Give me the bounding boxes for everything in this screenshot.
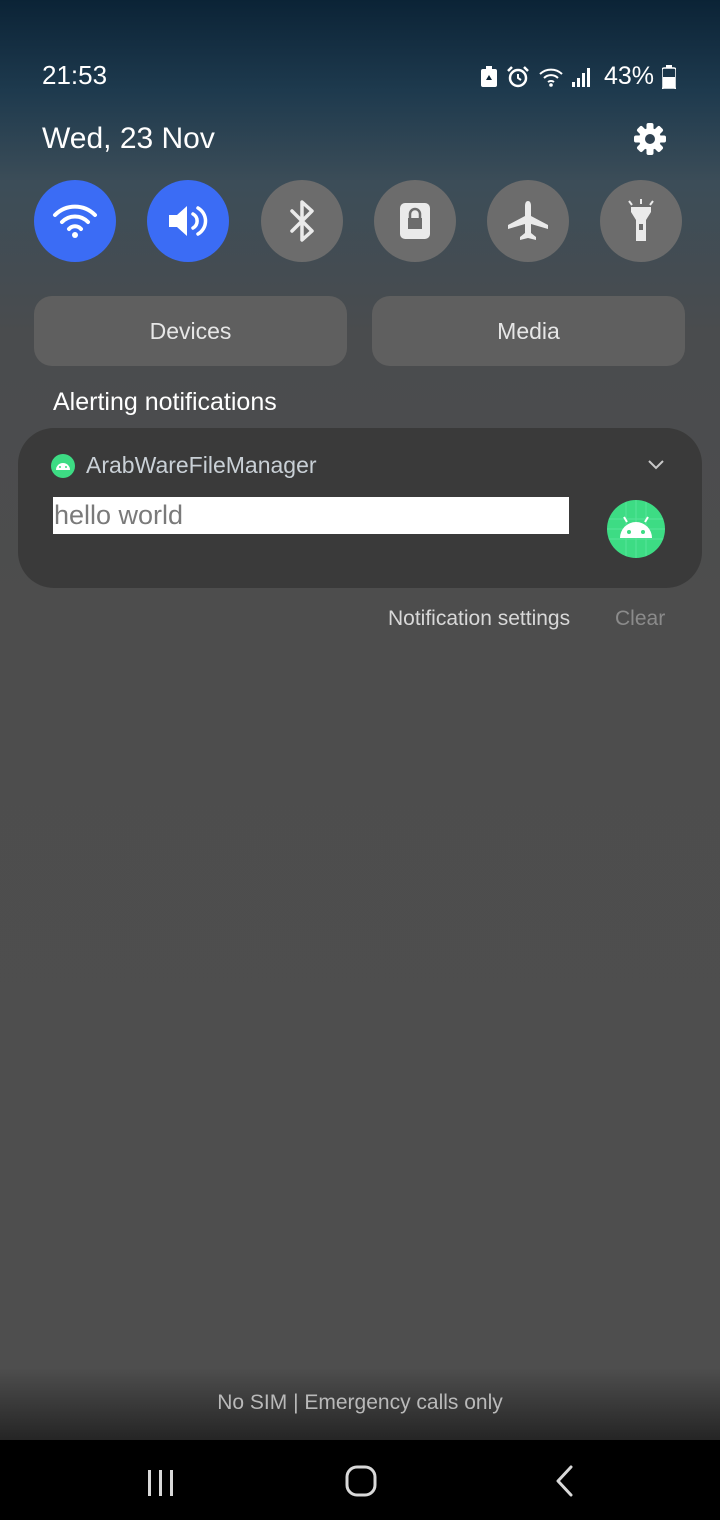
navigation-bar	[0, 1440, 720, 1520]
status-icons: 43%	[480, 62, 676, 91]
sound-toggle[interactable]	[147, 180, 229, 262]
notification-app-name: ArabWareFileManager	[86, 452, 317, 478]
gear-icon	[634, 123, 666, 155]
flashlight-toggle[interactable]	[600, 180, 682, 262]
battery-icon	[662, 64, 676, 89]
notification-message: hello world	[53, 497, 569, 534]
chevron-down-icon	[648, 460, 664, 470]
battery-saver-icon	[480, 65, 497, 87]
signal-icon	[571, 67, 590, 87]
back-button[interactable]	[540, 1460, 590, 1504]
media-button[interactable]: Media	[372, 296, 685, 366]
flashlight-icon	[628, 199, 654, 241]
bluetooth-icon	[290, 200, 314, 242]
wifi-icon	[53, 204, 97, 238]
notification-settings-button[interactable]: Notification settings	[388, 607, 570, 631]
lock-icon	[400, 203, 430, 239]
battery-percent: 43%	[603, 62, 654, 90]
recent-apps-icon	[148, 1470, 173, 1496]
alarm-icon	[507, 65, 529, 87]
portrait-lock-toggle[interactable]	[374, 180, 456, 262]
recent-apps-button[interactable]	[136, 1462, 186, 1502]
airplane-icon	[508, 201, 548, 240]
wifi-icon	[539, 68, 563, 87]
bluetooth-toggle[interactable]	[261, 180, 343, 262]
airplane-mode-toggle[interactable]	[487, 180, 569, 262]
android-icon	[607, 500, 665, 558]
notifications-section-title: Alerting notifications	[53, 388, 277, 416]
devices-button[interactable]: Devices	[34, 296, 347, 366]
wifi-toggle[interactable]	[34, 180, 116, 262]
settings-button[interactable]	[632, 121, 668, 157]
date-label: Wed, 23 Nov	[42, 122, 215, 155]
carrier-status: No SIM | Emergency calls only	[217, 1391, 503, 1414]
volume-icon	[169, 206, 208, 236]
back-icon	[556, 1465, 573, 1497]
expand-button[interactable]	[646, 458, 666, 477]
home-icon	[345, 1465, 377, 1497]
status-time: 21:53	[42, 60, 108, 90]
quick-settings-row	[34, 180, 682, 262]
android-icon	[51, 454, 75, 478]
clear-button[interactable]: Clear	[615, 607, 665, 631]
home-button[interactable]	[336, 1460, 386, 1504]
